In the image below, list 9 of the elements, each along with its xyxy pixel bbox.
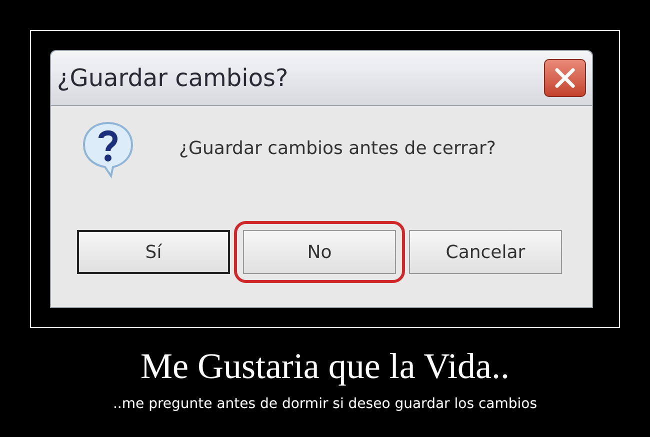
dialog-button[interactable]: Cancelar (409, 230, 562, 274)
poster-title: Me Gustaria que la Vida.. (140, 346, 510, 386)
dialog-button[interactable]: Sí (77, 230, 230, 274)
close-button[interactable] (544, 59, 586, 97)
close-icon (554, 67, 576, 89)
dialog-message: ¿Guardar cambios antes de cerrar? (179, 137, 496, 161)
poster-subtitle: ..me pregunte antes de dormir si deseo guardar los cambios (112, 395, 537, 414)
window-title: ¿Guardar cambios? (57, 63, 288, 94)
dialog-button[interactable]: No (243, 230, 396, 274)
